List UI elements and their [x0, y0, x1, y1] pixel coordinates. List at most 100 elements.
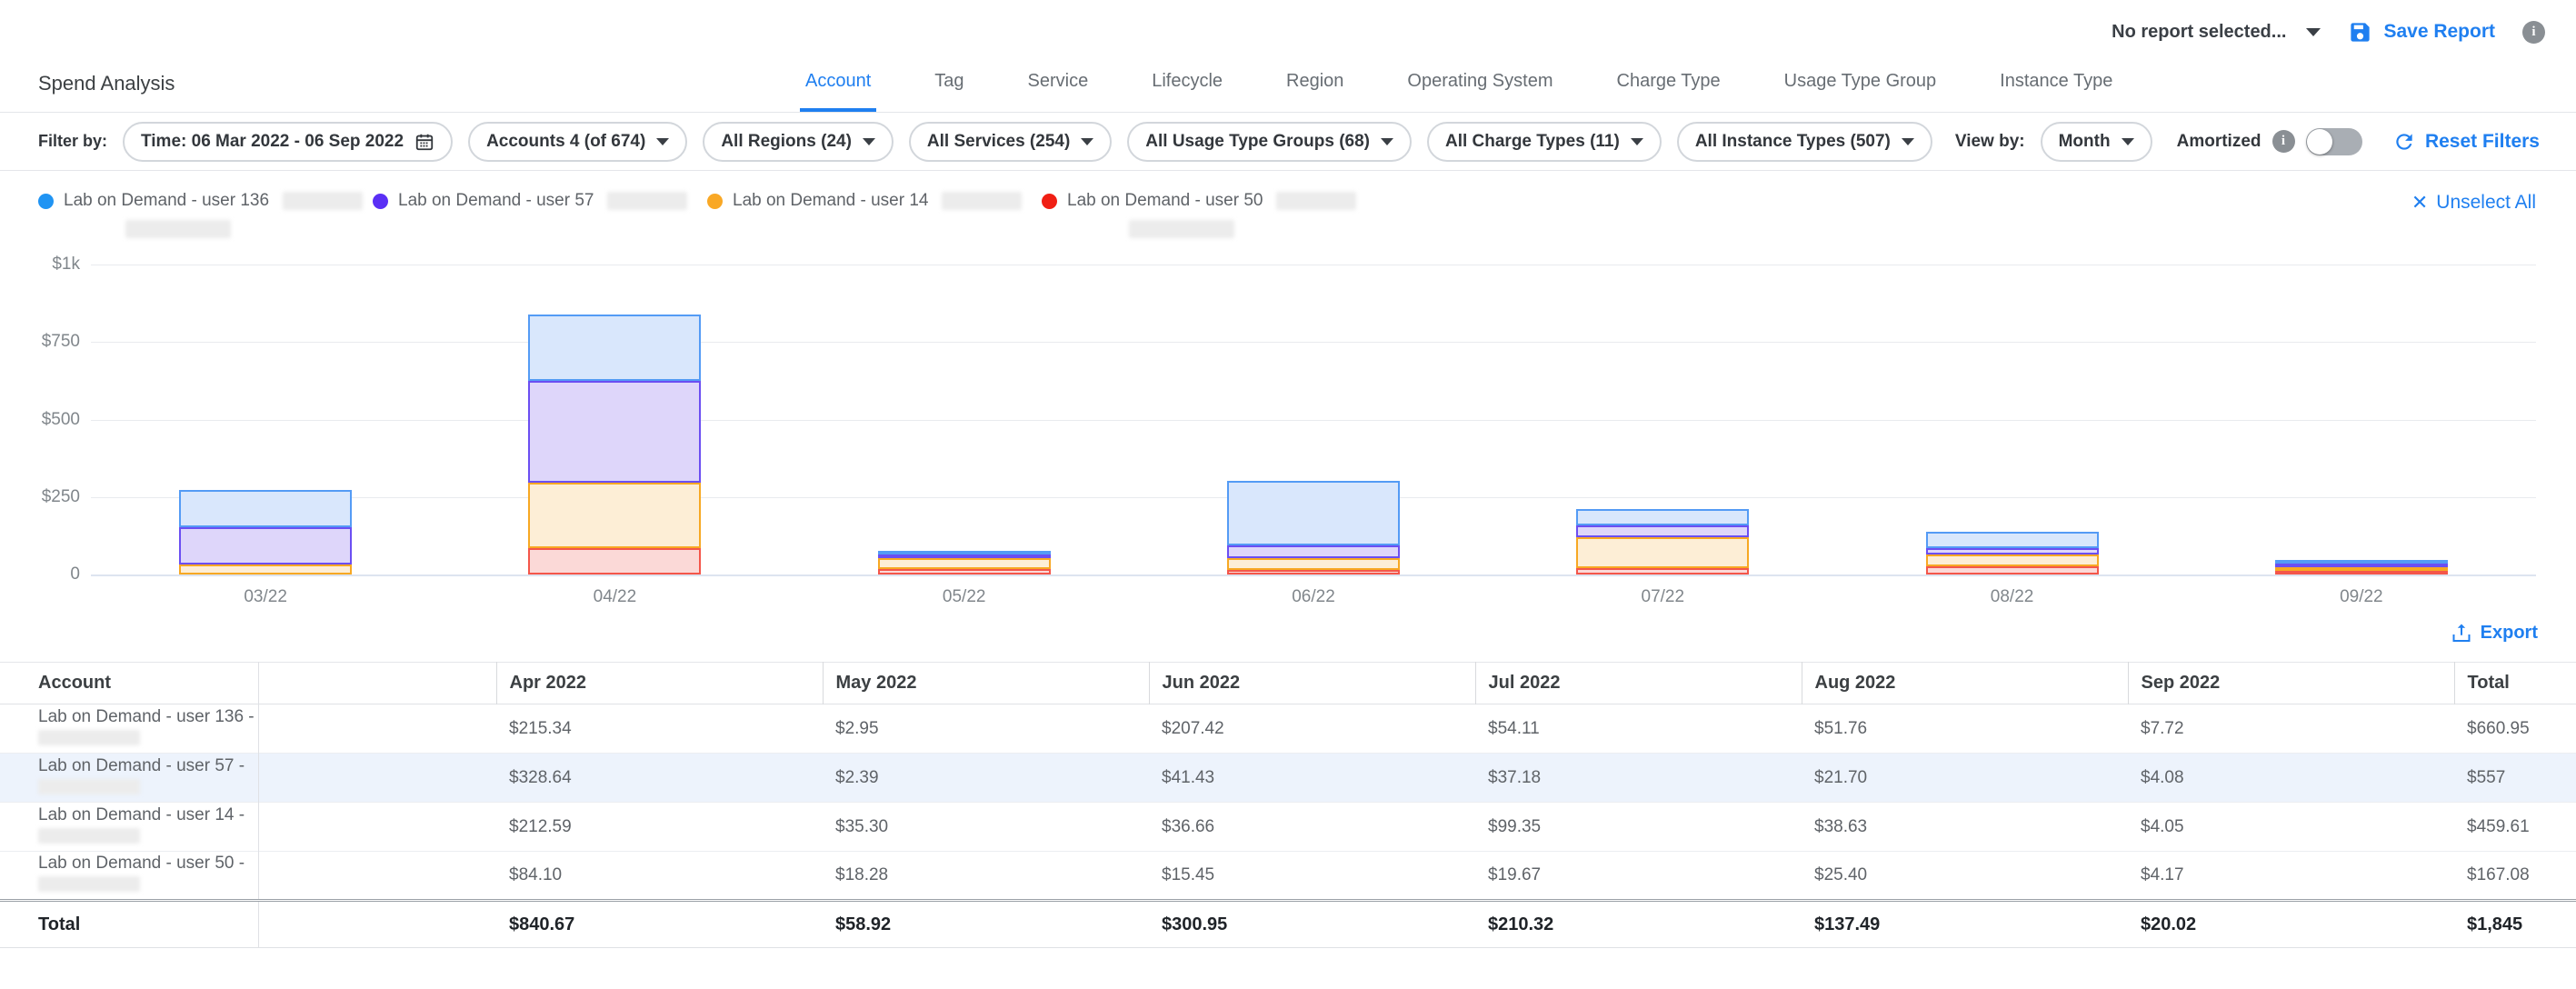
bar-segment[interactable]: [179, 490, 352, 527]
table-total-row: Total$840.67$58.92$300.95$210.32$137.49$…: [0, 901, 2576, 948]
redacted-text: [38, 876, 140, 892]
bar-segment[interactable]: [179, 564, 352, 574]
export-button[interactable]: Export: [2451, 622, 2538, 644]
time-range-pill[interactable]: Time: 06 Mar 2022 - 06 Sep 2022: [123, 122, 453, 162]
stacked-bar-03-22[interactable]: [179, 490, 352, 574]
bar-segment[interactable]: [878, 558, 1051, 569]
redacted-text: [1129, 220, 1234, 238]
legend-item-lab-on-demand-user-50[interactable]: Lab on Demand - user 50: [1042, 191, 1376, 211]
account-name: Lab on Demand - user 57 -: [38, 756, 258, 775]
filter-pill-all-charge-types-11-[interactable]: All Charge Types (11): [1427, 122, 1662, 162]
value-cell: $328.64: [496, 754, 823, 803]
table-row[interactable]: Lab on Demand - user 136 - $215.34$2.95$2…: [0, 704, 2576, 754]
filter-pill-all-regions-24-[interactable]: All Regions (24): [703, 122, 894, 162]
bar-segment[interactable]: [1576, 525, 1749, 537]
table-row[interactable]: Lab on Demand - user 50 -$84.10$18.28$15…: [0, 852, 2576, 901]
bar-segment[interactable]: [1227, 570, 1400, 574]
stacked-bar-08-22[interactable]: [1926, 532, 2099, 574]
value-cell: $21.70: [1802, 754, 2128, 803]
spacer-cell: [258, 852, 496, 901]
view-by-value: Month: [2059, 132, 2111, 152]
stacked-bar-05-22[interactable]: [878, 551, 1051, 574]
bar-segment[interactable]: [1227, 558, 1400, 570]
value-cell: $2.95: [823, 704, 1149, 754]
legend-item-lab-on-demand-user-14[interactable]: Lab on Demand - user 14: [707, 191, 1042, 211]
column-header-total[interactable]: Total: [2454, 663, 2576, 704]
value-cell: $557: [2454, 754, 2576, 803]
bar-segment[interactable]: [1227, 481, 1400, 545]
bar-segment[interactable]: [2275, 571, 2448, 574]
tab-lifecycle[interactable]: Lifecycle: [1146, 55, 1228, 112]
bar-segment[interactable]: [1576, 568, 1749, 574]
spacer-column-header: [258, 663, 496, 704]
column-header-jul-2022[interactable]: Jul 2022: [1475, 663, 1802, 704]
bar-segment[interactable]: [1926, 548, 2099, 554]
tab-account[interactable]: Account: [800, 55, 876, 112]
column-header-aug-2022[interactable]: Aug 2022: [1802, 663, 2128, 704]
bar-segment[interactable]: [1576, 537, 1749, 568]
column-header-sep-2022[interactable]: Sep 2022: [2128, 663, 2454, 704]
value-cell: $207.42: [1149, 704, 1475, 754]
x-axis-tick-label: 04/22: [551, 587, 678, 607]
tab-charge-type[interactable]: Charge Type: [1612, 55, 1726, 112]
value-cell: $4.08: [2128, 754, 2454, 803]
stacked-bar-06-22[interactable]: [1227, 481, 1400, 574]
value-cell: $38.63: [1802, 803, 2128, 852]
filter-pill-all-usage-type-groups-68-[interactable]: All Usage Type Groups (68): [1127, 122, 1412, 162]
info-icon[interactable]: i: [2522, 21, 2545, 44]
tab-service[interactable]: Service: [1023, 55, 1094, 112]
filter-pill-all-services-254-[interactable]: All Services (254): [909, 122, 1112, 162]
account-cell: Lab on Demand - user 136 -: [0, 704, 258, 754]
filter-pill-all-instance-types-507-[interactable]: All Instance Types (507): [1677, 122, 1932, 162]
tab-usage-type-group[interactable]: Usage Type Group: [1779, 55, 1942, 112]
bar-segment[interactable]: [528, 548, 701, 574]
gridline: [91, 342, 2536, 343]
value-cell: $41.43: [1149, 754, 1475, 803]
legend-item-lab-on-demand-user-136[interactable]: Lab on Demand - user 136: [38, 191, 373, 211]
bar-segment[interactable]: [528, 381, 701, 483]
account-name: Lab on Demand - user 14 -: [38, 805, 258, 824]
bar-segment[interactable]: [528, 483, 701, 548]
stacked-bar-07-22[interactable]: [1576, 509, 1749, 574]
value-cell: $215.34: [496, 704, 823, 754]
reset-filters-label: Reset Filters: [2425, 131, 2540, 153]
view-by-dropdown[interactable]: Month: [2041, 122, 2152, 162]
info-icon[interactable]: i: [2272, 130, 2295, 153]
bar-segment[interactable]: [179, 527, 352, 564]
tab-operating-system[interactable]: Operating System: [1402, 55, 1558, 112]
bar-segment[interactable]: [878, 569, 1051, 574]
unselect-all-button[interactable]: ✕ Unselect All: [2411, 191, 2536, 215]
filter-pill-accounts-4-of-674-[interactable]: Accounts 4 (of 674): [468, 122, 687, 162]
legend-label: Lab on Demand - user 57: [398, 191, 594, 211]
bar-segment[interactable]: [528, 315, 701, 381]
column-header-apr-2022[interactable]: Apr 2022: [496, 663, 823, 704]
reset-filters-button[interactable]: Reset Filters: [2392, 130, 2540, 154]
spacer-cell: [258, 704, 496, 754]
bar-segment[interactable]: [1926, 532, 2099, 548]
table-row[interactable]: Lab on Demand - user 14 -$212.59$35.30$3…: [0, 803, 2576, 852]
column-header-jun-2022[interactable]: Jun 2022: [1149, 663, 1475, 704]
column-header-may-2022[interactable]: May 2022: [823, 663, 1149, 704]
amortized-toggle[interactable]: [2306, 128, 2362, 155]
redacted-text: [283, 192, 363, 210]
bar-segment[interactable]: [1926, 566, 2099, 574]
save-icon: [2348, 20, 2372, 45]
tab-tag[interactable]: Tag: [929, 55, 969, 112]
tab-instance-type[interactable]: Instance Type: [1994, 55, 2118, 112]
top-bar: No report selected... Save Report i: [0, 0, 2576, 55]
y-axis-tick-label: 0: [18, 564, 80, 584]
tab-region[interactable]: Region: [1281, 55, 1349, 112]
save-report-button[interactable]: Save Report: [2348, 20, 2495, 45]
bar-segment[interactable]: [1926, 554, 2099, 566]
x-axis-tick-label: 05/22: [901, 587, 1028, 607]
bar-segment[interactable]: [1227, 545, 1400, 558]
bar-segment[interactable]: [1576, 509, 1749, 525]
total-value-cell: $137.49: [1802, 901, 2128, 948]
legend-item-lab-on-demand-user-57[interactable]: Lab on Demand - user 57: [373, 191, 707, 211]
stacked-bar-04-22[interactable]: [528, 315, 701, 574]
legend-items: Lab on Demand - user 136 Lab on Demand - …: [38, 191, 1376, 211]
report-selector-dropdown[interactable]: No report selected...: [2112, 22, 2321, 43]
table-row[interactable]: Lab on Demand - user 57 -$328.64$2.39$41…: [0, 754, 2576, 803]
stacked-bar-09-22[interactable]: [2275, 560, 2448, 574]
account-column-header[interactable]: Account: [0, 663, 258, 704]
